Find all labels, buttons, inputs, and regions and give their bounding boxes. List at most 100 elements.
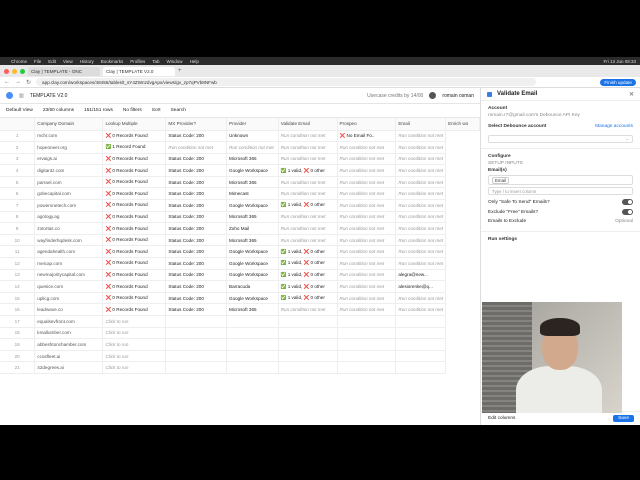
table-cell[interactable]: Run condition not met (226, 141, 279, 154)
table-cell[interactable]: Run condition not met (395, 164, 447, 177)
filters-button[interactable]: No filters (123, 108, 142, 113)
menu-file[interactable]: File (34, 59, 41, 64)
table-cell[interactable] (395, 315, 447, 328)
table-cell[interactable]: Run condition not met (395, 222, 447, 235)
table-cell[interactable]: meicap.com (34, 257, 104, 270)
table-cell[interactable]: alesiorenke@q... (395, 280, 447, 293)
table-cell[interactable]: ✅ 1 valid, ❌ 0 other (278, 257, 338, 270)
menu-tab[interactable]: Tab (152, 59, 159, 64)
table-cell[interactable]: ✅ 1 valid, ❌ 0 other (278, 280, 338, 293)
table-cell[interactable]: Run condition not met (337, 257, 397, 270)
table-cell[interactable] (395, 361, 447, 374)
table-cell[interactable]: Microsoft 365 (226, 234, 279, 247)
table-cell[interactable]: Unknown (226, 130, 279, 143)
table-row[interactable]: 2 hopeoneer.org ✅ 1 Record Found Run condit… (0, 141, 480, 154)
table-cell[interactable] (337, 361, 397, 374)
table-cell[interactable]: gobecapital.com (34, 187, 104, 201)
table-cell[interactable]: Status Code: 200 (165, 130, 227, 143)
table-cell[interactable]: mchr.com (34, 130, 104, 143)
browser-tab[interactable]: Clay | TEMPLATE - ONC (28, 66, 100, 76)
table-cell[interactable]: ❌ No Email Fo.. (337, 130, 397, 143)
table-cell[interactable]: Status Code: 200 (165, 199, 227, 212)
table-cell[interactable]: Microsoft 365 (226, 303, 279, 316)
table-cell[interactable]: Google Workspace (226, 245, 279, 259)
table-cell[interactable] (337, 327, 397, 340)
default-view-button[interactable]: Default View (6, 108, 33, 113)
table-row[interactable]: 13 newmajoritycapital.com ❌ 0 Records Foun… (0, 269, 480, 282)
table-cell[interactable]: Status Code: 200 (165, 187, 227, 201)
sort-button[interactable]: Sort (152, 108, 161, 113)
table-cell[interactable] (165, 327, 227, 340)
table-cell[interactable]: zotortas.co (34, 222, 104, 235)
table-cell[interactable]: Run condition not met (278, 130, 338, 143)
table-cell[interactable]: wayfinderhqdesk.com (34, 234, 104, 247)
table-cell[interactable]: ❌ 0 Records Found (102, 176, 167, 189)
table-cell[interactable]: ❌ 0 Records Found (102, 303, 167, 316)
table-row[interactable]: 17 equalsevfront.com Click to run (0, 315, 480, 328)
table-cell[interactable]: Status Code: 200 (165, 292, 227, 305)
table-row[interactable]: 8 agology.ag ❌ 0 Records Found Status Code:… (0, 211, 480, 224)
table-cell[interactable]: Microsoft 365 (226, 153, 279, 166)
table-cell[interactable]: Google Workspace (226, 199, 279, 212)
forward-icon[interactable]: → (15, 79, 21, 85)
table-cell[interactable] (226, 315, 279, 328)
table-cell[interactable]: Run condition not met (395, 153, 447, 166)
column-header[interactable]: Prospeo (337, 118, 397, 131)
table-cell[interactable]: Run condition not met (337, 303, 397, 316)
email-input[interactable]: Email (488, 175, 633, 185)
table-cell[interactable]: ❌ 0 Records Found (102, 234, 167, 247)
table-cell[interactable] (395, 327, 447, 340)
table-cell[interactable]: ❌ 0 Records Found (102, 153, 167, 166)
table-cell[interactable]: alegra@new... (395, 269, 447, 282)
table-cell[interactable] (278, 338, 338, 351)
table-cell[interactable]: quesice.com (34, 280, 104, 293)
table-row[interactable]: 14 quesice.com ❌ 0 Records Found Status Cod… (0, 280, 480, 293)
table-row[interactable]: 20 ccosfleet.ai Click to run (0, 350, 480, 363)
table-title[interactable]: TEMPLATE V2.0 (30, 93, 68, 99)
table-cell[interactable] (278, 361, 338, 374)
menu-chrome[interactable]: Chrome (11, 59, 27, 64)
table-cell[interactable] (278, 315, 338, 328)
account-select[interactable]: ⌄ (488, 135, 633, 143)
table-row[interactable]: 11 agendahealth.com ❌ 0 Records Found Statu… (0, 245, 480, 259)
table-cell[interactable]: Run condition not met (278, 222, 338, 235)
table-row[interactable]: 3 ervaigs.ai ❌ 0 Records Found Status Code:… (0, 153, 480, 166)
table-cell[interactable]: Run condition not met (395, 257, 447, 270)
table-cell[interactable] (337, 350, 397, 363)
table-cell[interactable]: Run condition not met (337, 222, 397, 235)
table-cell[interactable]: ❌ 0 Records Found (102, 211, 167, 224)
save-button[interactable]: Save (613, 415, 634, 422)
search-button[interactable]: Search (171, 108, 186, 113)
table-cell[interactable]: Run condition not met (337, 164, 397, 177)
table-cell[interactable]: Run condition not met (165, 141, 227, 154)
table-cell[interactable]: Run condition not met (337, 199, 397, 212)
table-cell[interactable]: poweronetech.com (34, 199, 104, 212)
table-row[interactable]: 21 42degrees.ai Click to run (0, 361, 480, 374)
table-cell[interactable] (395, 350, 447, 363)
menu-bookmarks[interactable]: Bookmarks (101, 59, 124, 64)
table-cell[interactable]: Run condition not met (395, 187, 447, 201)
column-header[interactable]: Provider (226, 118, 279, 131)
table-cell[interactable]: Microsoft 365 (226, 176, 279, 189)
table-cell[interactable] (395, 338, 447, 351)
table-cell[interactable] (165, 338, 227, 351)
table-row[interactable]: 19 abbeshtonchamber.com Click to run (0, 338, 480, 351)
table-row[interactable]: 1 mchr.com ❌ 0 Records Found Status Code: 2… (0, 130, 480, 143)
table-cell[interactable]: Mimecast (226, 187, 279, 201)
table-cell[interactable] (337, 315, 397, 328)
table-cell[interactable]: ❌ 0 Records Found (102, 187, 167, 201)
table-cell[interactable]: ❌ 0 Records Found (102, 269, 167, 282)
columns-button[interactable]: 23/60 columns (43, 108, 74, 113)
table-row[interactable]: 5 parrael.com ❌ 0 Records Found Status Code… (0, 176, 480, 189)
manage-accounts-link[interactable]: Manage accounts (595, 124, 633, 129)
table-cell[interactable]: Google Workspace (226, 164, 279, 177)
table-cell[interactable]: Run condition not met (395, 130, 447, 143)
table-cell[interactable]: Run condition not met (278, 211, 338, 224)
table-cell[interactable]: Run condition not met (337, 269, 397, 282)
table-cell[interactable]: Run condition not met (337, 176, 397, 189)
table-cell[interactable]: ❌ 0 Records Found (102, 245, 167, 259)
run-settings-label[interactable]: Run settings (488, 237, 633, 242)
table-row[interactable]: 9 zotortas.co ❌ 0 Records Found Status Code… (0, 222, 480, 235)
table-cell[interactable] (278, 350, 338, 363)
table-cell[interactable]: hopeoneer.org (34, 141, 104, 154)
